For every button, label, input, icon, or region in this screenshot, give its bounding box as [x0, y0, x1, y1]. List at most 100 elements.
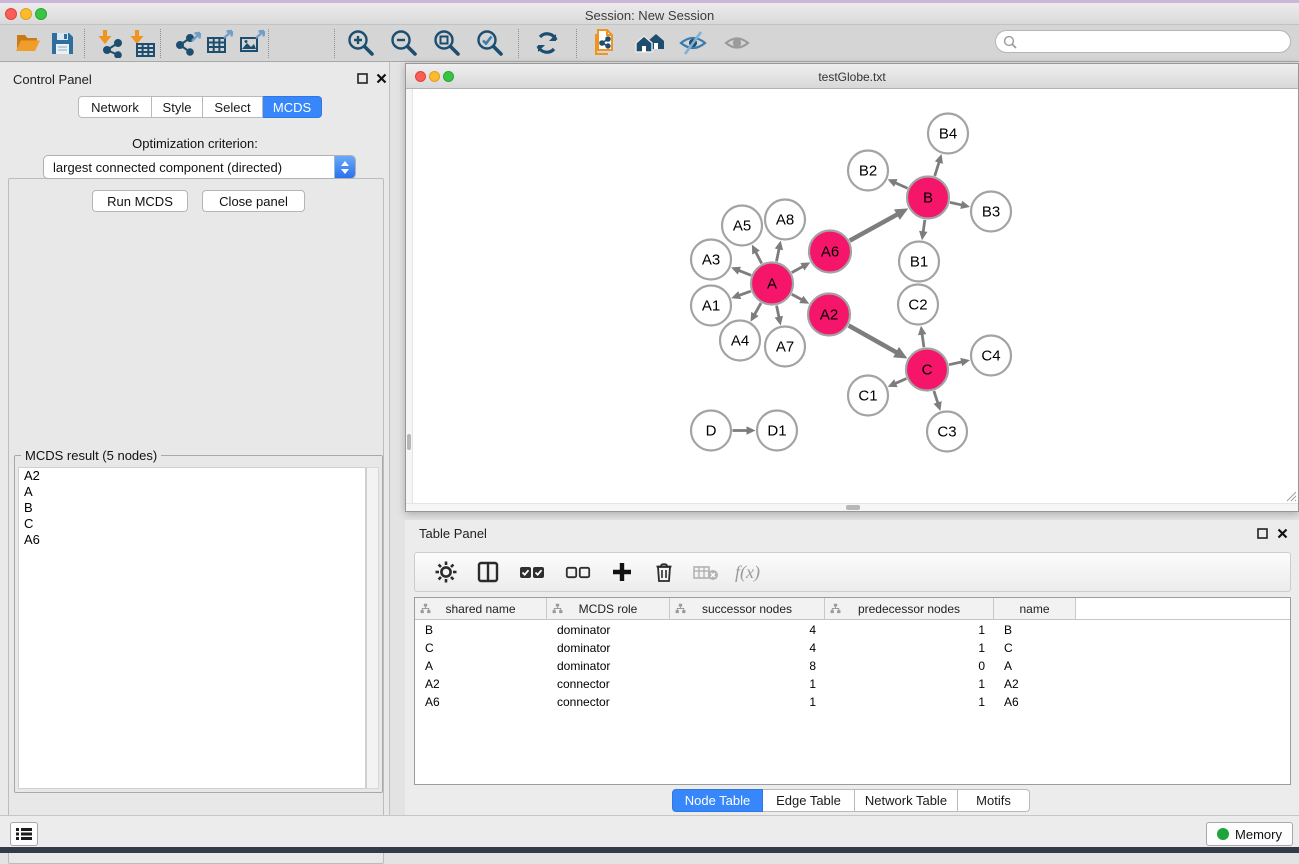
graph-edge[interactable] [950, 202, 963, 205]
tab-network-table[interactable]: Network Table [855, 789, 958, 812]
table-cell[interactable]: 4 [670, 622, 825, 638]
table-cell[interactable]: C [994, 640, 1076, 656]
open-session-button[interactable] [11, 26, 45, 60]
task-history-button[interactable] [10, 822, 38, 846]
table-settings-button[interactable] [433, 559, 459, 585]
float-panel-icon[interactable] [356, 72, 369, 85]
tab-style[interactable]: Style [152, 96, 203, 118]
graph-edge[interactable] [792, 266, 804, 273]
hide-graphics-button[interactable] [676, 26, 710, 60]
table-cell[interactable]: 8 [670, 658, 825, 674]
graph-edge[interactable] [850, 214, 899, 241]
network-horizontal-scrollbar[interactable] [406, 503, 1298, 511]
unselect-all-button[interactable] [563, 559, 593, 585]
float-table-panel-icon[interactable] [1256, 527, 1269, 540]
add-column-button[interactable] [609, 559, 635, 585]
table-cell[interactable]: 1 [670, 676, 825, 692]
graph-edge[interactable] [894, 379, 906, 384]
graph-edge[interactable] [738, 291, 751, 296]
table-cell[interactable]: 1 [825, 676, 994, 692]
tab-motifs[interactable]: Motifs [958, 789, 1030, 812]
graph-edge[interactable] [849, 326, 898, 354]
delete-column-button[interactable] [651, 559, 677, 585]
show-graphics-button[interactable] [720, 26, 754, 60]
delete-table-button[interactable] [693, 559, 719, 585]
import-network-button[interactable] [93, 26, 127, 60]
mcds-result-item[interactable]: B [19, 500, 365, 516]
graph-edge[interactable] [922, 333, 924, 347]
network-graph[interactable]: B4B2BB3A5A8A6A3B1AA1C2A2A4A7C4CC1C3DD1 [407, 89, 1298, 504]
column-header[interactable]: MCDS role [547, 598, 670, 619]
table-cell[interactable]: dominator [547, 658, 670, 674]
table-cell[interactable]: C [415, 640, 547, 656]
table-cell[interactable]: connector [547, 676, 670, 692]
zoom-selected-button[interactable] [473, 26, 507, 60]
export-network-button[interactable] [171, 26, 205, 60]
zoom-in-button[interactable] [344, 26, 378, 60]
search-input[interactable] [995, 30, 1291, 53]
mcds-result-scrollbar[interactable] [366, 467, 379, 789]
resize-grip-icon[interactable] [1285, 490, 1297, 502]
tab-network[interactable]: Network [78, 96, 152, 118]
table-cell[interactable]: 1 [825, 640, 994, 656]
save-session-button[interactable] [45, 26, 79, 60]
table-cell[interactable]: dominator [547, 640, 670, 656]
criterion-dropdown[interactable]: largest connected component (directed) [43, 155, 356, 179]
tab-mcds[interactable]: MCDS [263, 96, 322, 118]
table-cell[interactable]: A2 [415, 676, 547, 692]
table-cell[interactable]: 1 [825, 694, 994, 710]
table-row[interactable]: Cdominator41C [415, 640, 1290, 656]
graph-edge[interactable] [776, 247, 779, 261]
mcds-result-item[interactable]: A2 [19, 468, 365, 484]
duplicate-network-button[interactable] [589, 26, 623, 60]
graph-edge[interactable] [754, 303, 761, 316]
table-cell[interactable]: B [415, 622, 547, 638]
table-cell[interactable]: A [415, 658, 547, 674]
mcds-result-item[interactable]: A [19, 484, 365, 500]
column-header[interactable]: name [994, 598, 1076, 619]
zoom-out-button[interactable] [387, 26, 421, 60]
table-cell[interactable]: A2 [994, 676, 1076, 692]
select-all-button[interactable] [517, 559, 547, 585]
graph-edge[interactable] [949, 362, 963, 365]
column-header[interactable]: successor nodes [670, 598, 825, 619]
table-cell[interactable]: connector [547, 694, 670, 710]
home-layout-button[interactable] [633, 26, 667, 60]
tab-select[interactable]: Select [203, 96, 263, 118]
close-panel-icon[interactable] [375, 72, 388, 85]
graph-edge[interactable] [923, 220, 925, 233]
network-vertical-scrollbar[interactable] [406, 89, 413, 503]
table-cell[interactable]: 1 [670, 694, 825, 710]
graph-edge[interactable] [935, 161, 940, 176]
graph-edge[interactable] [894, 182, 907, 188]
table-row[interactable]: Bdominator41B [415, 622, 1290, 638]
tab-edge-table[interactable]: Edge Table [763, 789, 855, 812]
refresh-button[interactable] [530, 26, 564, 60]
function-builder-button[interactable]: f(x) [735, 559, 760, 585]
table-cell[interactable]: dominator [547, 622, 670, 638]
mcds-result-item[interactable]: A6 [19, 532, 365, 548]
tab-node-table[interactable]: Node Table [672, 789, 763, 812]
table-cell[interactable]: 1 [825, 622, 994, 638]
export-table-button[interactable] [203, 26, 237, 60]
run-mcds-button[interactable]: Run MCDS [92, 190, 188, 212]
table-cell[interactable]: 0 [825, 658, 994, 674]
table-cell[interactable]: A6 [994, 694, 1076, 710]
column-header[interactable]: predecessor nodes [825, 598, 994, 619]
export-image-button[interactable] [235, 26, 269, 60]
table-row[interactable]: Adominator80A [415, 658, 1290, 674]
table-cell[interactable]: 4 [670, 640, 825, 656]
zoom-fit-button[interactable] [430, 26, 464, 60]
show-columns-button[interactable] [475, 559, 501, 585]
column-header[interactable]: shared name [415, 598, 547, 619]
import-table-button[interactable] [125, 26, 159, 60]
graph-edge[interactable] [755, 251, 762, 264]
graph-edge[interactable] [934, 391, 938, 404]
table-cell[interactable]: A [994, 658, 1076, 674]
table-cell[interactable]: A6 [415, 694, 547, 710]
memory-button[interactable]: Memory [1206, 822, 1293, 846]
graph-edge[interactable] [738, 270, 752, 275]
table-row[interactable]: A2connector11A2 [415, 676, 1290, 692]
close-table-panel-icon[interactable] [1276, 527, 1289, 540]
close-panel-button[interactable]: Close panel [202, 190, 305, 212]
